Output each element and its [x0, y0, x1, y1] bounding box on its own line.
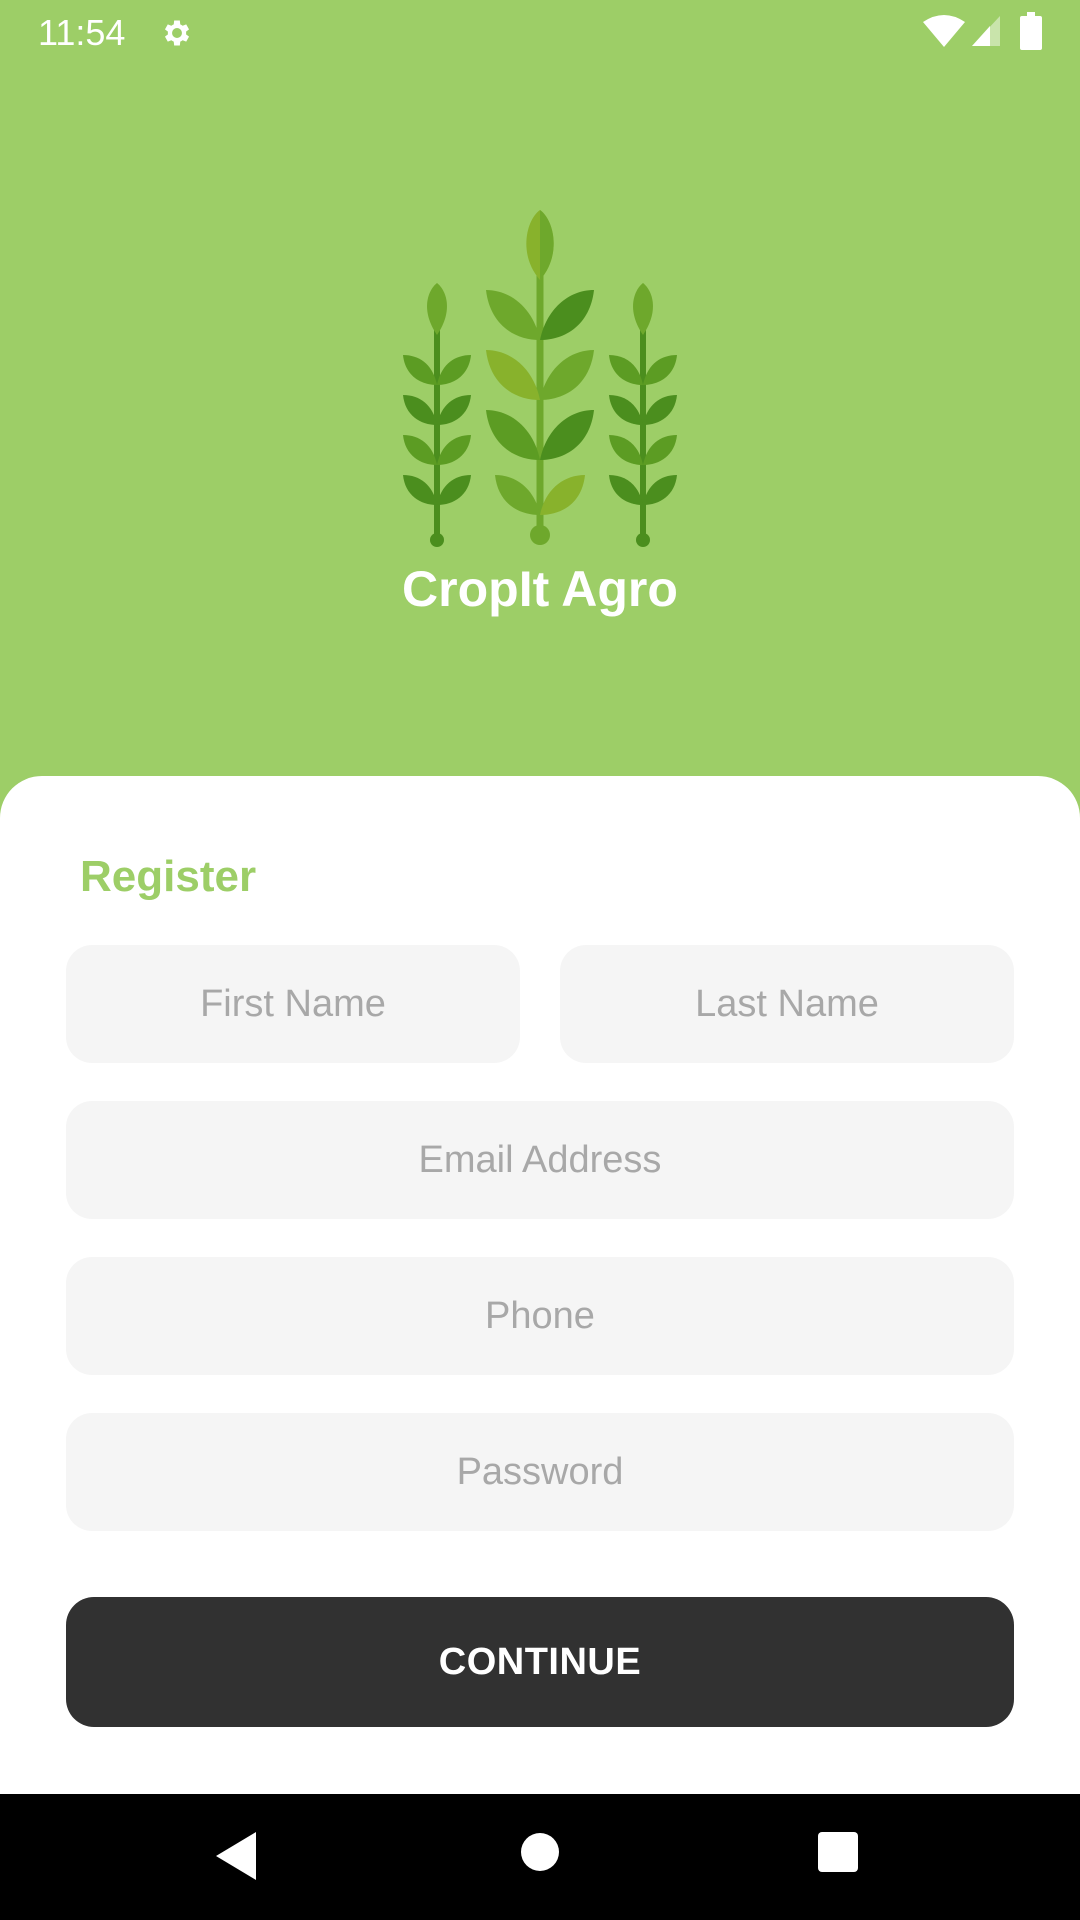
cell-signal-icon: [972, 16, 1000, 46]
left-stalk: [403, 283, 471, 547]
password-field[interactable]: [66, 1413, 1014, 1531]
last-name-field[interactable]: [560, 945, 1014, 1063]
right-stalk: [609, 283, 677, 547]
recents-icon[interactable]: [817, 1831, 859, 1873]
battery-icon: [1020, 12, 1042, 50]
status-bar: 11:54: [0, 0, 1080, 64]
home-icon[interactable]: [520, 1832, 560, 1872]
phone-field[interactable]: [66, 1257, 1014, 1375]
gear-icon: [164, 20, 190, 46]
wifi-icon: [923, 15, 965, 47]
back-icon[interactable]: [214, 1830, 258, 1882]
wheat-logo-icon: [403, 210, 677, 547]
center-stalk: [486, 210, 594, 545]
register-screen: 11:54 CropIt Agro Register First Name La…: [0, 0, 1080, 1920]
register-title: Register: [80, 852, 257, 901]
continue-button[interactable]: CONTINUE: [66, 1597, 1014, 1727]
email-field[interactable]: [66, 1101, 1014, 1219]
status-time: 11:54: [38, 12, 126, 53]
first-name-field[interactable]: [66, 945, 520, 1063]
navigation-bar: [0, 1794, 1080, 1920]
app-title: CropIt Agro: [402, 561, 678, 617]
